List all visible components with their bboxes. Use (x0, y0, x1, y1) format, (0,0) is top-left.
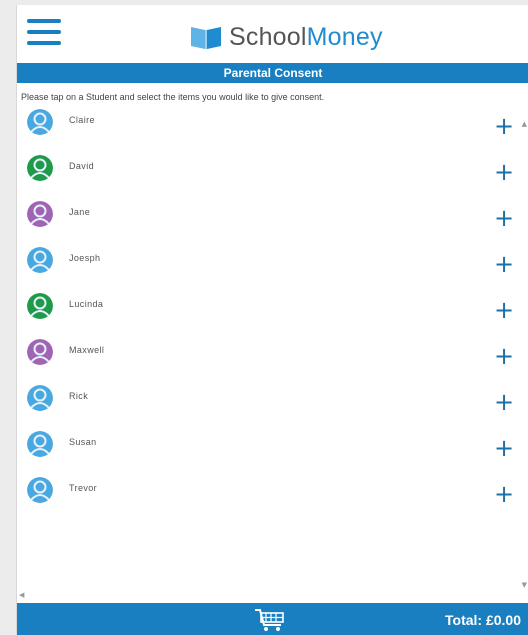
footer-bar: Total: £0.00 (17, 603, 528, 635)
cart-icon[interactable] (253, 607, 287, 633)
add-consent-button[interactable]: + (493, 114, 515, 138)
student-name: Maxwell (69, 345, 105, 355)
avatar-icon (27, 155, 53, 181)
student-row[interactable]: Rick + (17, 385, 528, 431)
add-consent-button[interactable]: + (493, 390, 515, 414)
student-row[interactable]: David + (17, 155, 528, 201)
add-consent-button[interactable]: + (493, 206, 515, 230)
total-amount: Total: £0.00 (445, 612, 521, 628)
app-container: SchoolMoney Parental Consent Please tap … (16, 5, 528, 635)
instruction-text: Please tap on a Student and select the i… (21, 92, 325, 102)
student-name: Susan (69, 437, 97, 447)
avatar-icon (27, 431, 53, 457)
add-consent-button[interactable]: + (493, 344, 515, 368)
add-consent-button[interactable]: + (493, 298, 515, 322)
student-name: Jane (69, 207, 91, 217)
student-row[interactable]: Susan + (17, 431, 528, 477)
add-consent-button[interactable]: + (493, 436, 515, 460)
student-name: David (69, 161, 95, 171)
avatar-icon (27, 201, 53, 227)
add-consent-button[interactable]: + (493, 252, 515, 276)
avatar-icon (27, 477, 53, 503)
student-row[interactable]: Maxwell + (17, 339, 528, 385)
student-name: Trevor (69, 483, 98, 493)
scroll-up-arrow[interactable]: ▲ (522, 120, 527, 128)
avatar-icon (27, 247, 53, 273)
scroll-left-arrow[interactable]: ◀ (19, 591, 24, 599)
add-consent-button[interactable]: + (493, 482, 515, 506)
avatar-icon (27, 293, 53, 319)
page-title: Parental Consent (17, 63, 528, 83)
student-row[interactable]: Jane + (17, 201, 528, 247)
add-consent-button[interactable]: + (493, 160, 515, 184)
schoolmoney-logo: SchoolMoney (189, 21, 383, 53)
avatar-icon (27, 339, 53, 365)
hamburger-icon[interactable] (27, 19, 61, 45)
student-row[interactable]: Lucinda + (17, 293, 528, 339)
student-name: Claire (69, 115, 95, 125)
book-logo-icon (191, 27, 221, 49)
student-name: Joesph (69, 253, 101, 263)
avatar-icon (27, 109, 53, 135)
top-bar: SchoolMoney (17, 5, 528, 65)
student-row[interactable]: Trevor + (17, 477, 528, 523)
student-name: Rick (69, 391, 89, 401)
student-list: Claire + David + Jane + Joesph + Lucinda + Maxwell… (17, 109, 528, 523)
student-row[interactable]: Claire + (17, 109, 528, 155)
avatar-icon (27, 385, 53, 411)
student-row[interactable]: Joesph + (17, 247, 528, 293)
student-name: Lucinda (69, 299, 104, 309)
logo-text: SchoolMoney (229, 22, 383, 51)
scroll-down-arrow[interactable]: ▼ (522, 581, 527, 589)
